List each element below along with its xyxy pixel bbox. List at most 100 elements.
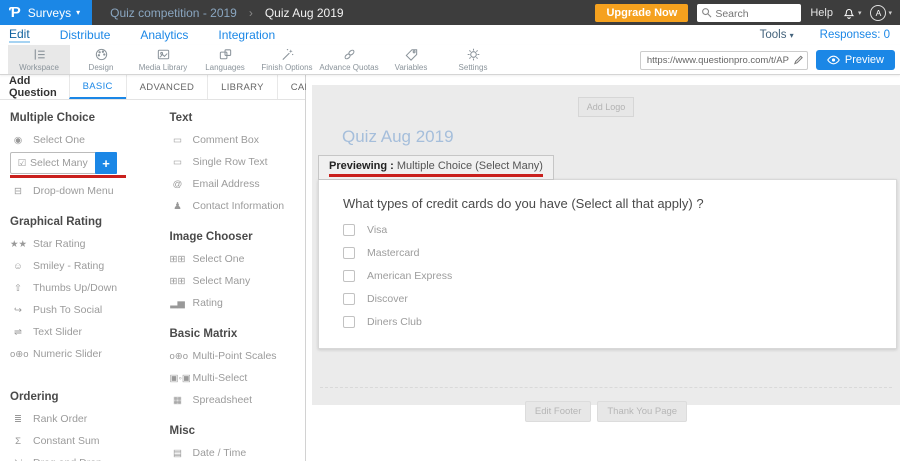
qtype-multi-select[interactable]: ▣◦▣ Multi-Select (170, 367, 306, 389)
qtype-drag-and-drop[interactable]: ⇲ Drag and Drop (10, 452, 146, 461)
tab-advanced[interactable]: ADVANCED (126, 75, 207, 99)
image-icon (156, 47, 171, 62)
questionpro-logo-icon: Ƥ (9, 5, 21, 20)
qtype-spreadsheet[interactable]: ▦ Spreadsheet (170, 389, 306, 411)
qtype-dropdown-menu[interactable]: ⊟ Drop-down Menu (10, 180, 146, 202)
qtype-thumbs-up-down[interactable]: ⇧ Thumbs Up/Down (10, 277, 146, 299)
option-row: American Express (343, 265, 896, 288)
qtype-push-to-social[interactable]: ↪ Push To Social (10, 299, 146, 321)
nav-distribute[interactable]: Distribute (60, 28, 111, 42)
section-heading-image-chooser: Image Chooser (170, 231, 306, 243)
thank-you-page-button[interactable]: Thank You Page (597, 401, 687, 422)
qtype-image-select-one[interactable]: ⊞⊞ Select One (170, 248, 306, 270)
survey-url-box (640, 50, 808, 70)
tool-media-library[interactable]: Media Library (132, 45, 194, 74)
question-text[interactable]: What types of credit cards do you have (… (319, 180, 896, 219)
option-label: Diners Club (367, 316, 422, 328)
preview-button[interactable]: Preview (816, 50, 895, 70)
qtype-email-address[interactable]: @ Email Address (170, 173, 306, 195)
section-heading-basic-matrix: Basic Matrix (170, 328, 306, 340)
checkbox-list-icon: ☑ (14, 158, 30, 169)
add-logo-button[interactable]: Add Logo (578, 97, 635, 117)
tool-label: Languages (205, 63, 245, 72)
upgrade-now-button[interactable]: Upgrade Now (595, 4, 688, 22)
tool-languages[interactable]: Languages (194, 45, 256, 74)
tool-advance-quotas[interactable]: Advance Quotas (318, 45, 380, 74)
tool-design[interactable]: Design (70, 45, 132, 74)
option-label: Visa (367, 224, 387, 236)
tools-menu[interactable]: Tools ▾ (760, 29, 794, 41)
sigma-icon: Σ (10, 436, 26, 447)
responses-count[interactable]: Responses: 0 (820, 29, 890, 41)
nav-edit[interactable]: Edit (9, 27, 30, 43)
tool-label: Design (89, 63, 114, 72)
qtype-select-many-selected[interactable]: ☑ Select Many + (10, 152, 117, 174)
section-heading-misc: Misc (170, 425, 306, 437)
image-rating-icon: ▂▅ (170, 298, 186, 309)
breadcrumb-current: Quiz Aug 2019 (265, 6, 344, 20)
pencil-icon[interactable] (793, 54, 804, 65)
product-menu-label: Surveys (28, 6, 71, 20)
qtype-label: Drop-down Menu (33, 185, 114, 197)
surveys-menu[interactable]: Ƥ Surveys ▾ (0, 0, 92, 25)
slider-icon: ⇌ (10, 327, 26, 338)
tab-basic[interactable]: BASIC (69, 75, 126, 99)
qtype-rank-order[interactable]: ≣ Rank Order (10, 408, 146, 430)
multi-point-icon: o⊕o (170, 351, 186, 362)
edit-footer-button[interactable]: Edit Footer (525, 401, 591, 422)
calendar-icon: ▤ (170, 448, 186, 459)
checkbox-diners-club[interactable] (343, 316, 355, 328)
notifications-menu[interactable]: ▾ (842, 6, 862, 20)
option-row: Discover (343, 288, 896, 311)
option-row: Visa (343, 219, 896, 242)
qtype-text-slider[interactable]: ⇌ Text Slider (10, 321, 146, 343)
top-bar: Ƥ Surveys ▾ Quiz competition - 2019 › Qu… (0, 0, 900, 25)
qtype-multi-point-scales[interactable]: o⊕o Multi-Point Scales (170, 345, 306, 367)
tool-workspace[interactable]: Workspace (8, 45, 70, 74)
qtype-label: Push To Social (33, 304, 102, 316)
section-heading-graphical-rating: Graphical Rating (10, 216, 146, 228)
qtype-single-row-text[interactable]: ▭ Single Row Text (170, 151, 306, 173)
checkbox-visa[interactable] (343, 224, 355, 236)
question-types-column-1: Multiple Choice ◉ Select One ☑ Select Ma… (10, 102, 146, 461)
tab-library[interactable]: LIBRARY (207, 75, 277, 99)
help-link[interactable]: Help (810, 7, 833, 19)
checkbox-mastercard[interactable] (343, 247, 355, 259)
qtype-contact-information[interactable]: ♟ Contact Information (170, 195, 306, 217)
qtype-smiley-rating[interactable]: ☺ Smiley - Rating (10, 255, 146, 277)
preview-button-label: Preview (845, 54, 884, 66)
red-underline (329, 174, 543, 177)
qtype-image-select-many[interactable]: ⊞⊞ Select Many (170, 270, 306, 292)
qtype-constant-sum[interactable]: Σ Constant Sum (10, 430, 146, 452)
survey-title[interactable]: Quiz Aug 2019 (342, 127, 900, 147)
option-row: Mastercard (343, 242, 896, 265)
checkbox-american-express[interactable] (343, 270, 355, 282)
qtype-label: Multi-Select (193, 372, 248, 384)
qtype-date-time[interactable]: ▤ Date / Time (170, 442, 306, 461)
footer-divider (320, 387, 892, 388)
breadcrumb-parent[interactable]: Quiz competition - 2019 (110, 6, 237, 20)
tool-settings[interactable]: Settings (442, 45, 504, 74)
tool-finish-options[interactable]: Finish Options (256, 45, 318, 74)
qtype-numeric-slider[interactable]: o⊕o Numeric Slider (10, 343, 146, 365)
nav-integration[interactable]: Integration (218, 28, 275, 42)
qtype-comment-box[interactable]: ▭ Comment Box (170, 129, 306, 151)
search-box (697, 4, 801, 22)
eye-icon (827, 55, 840, 65)
qtype-image-rating[interactable]: ▂▅ Rating (170, 292, 306, 314)
smiley-icon: ☺ (10, 261, 26, 272)
tool-variables[interactable]: Variables (380, 45, 442, 74)
nav-analytics[interactable]: Analytics (140, 28, 188, 42)
account-menu[interactable]: A ▾ (870, 5, 892, 21)
search-input[interactable] (697, 5, 801, 23)
add-question-panel: Add Question BASIC ADVANCED LIBRARY CANV… (0, 75, 306, 461)
tools-label: Tools (760, 29, 787, 41)
survey-url-input[interactable] (640, 51, 808, 70)
qtype-select-one[interactable]: ◉ Select One (10, 129, 146, 151)
edit-toolbar: Workspace Design Media Library Languages… (0, 45, 900, 75)
qtype-label: Rating (193, 297, 223, 309)
add-select-many-button[interactable]: + (95, 152, 117, 174)
checkbox-discover[interactable] (343, 293, 355, 305)
chevron-down-icon: ▾ (790, 31, 794, 40)
qtype-star-rating[interactable]: ★★ Star Rating (10, 233, 146, 255)
